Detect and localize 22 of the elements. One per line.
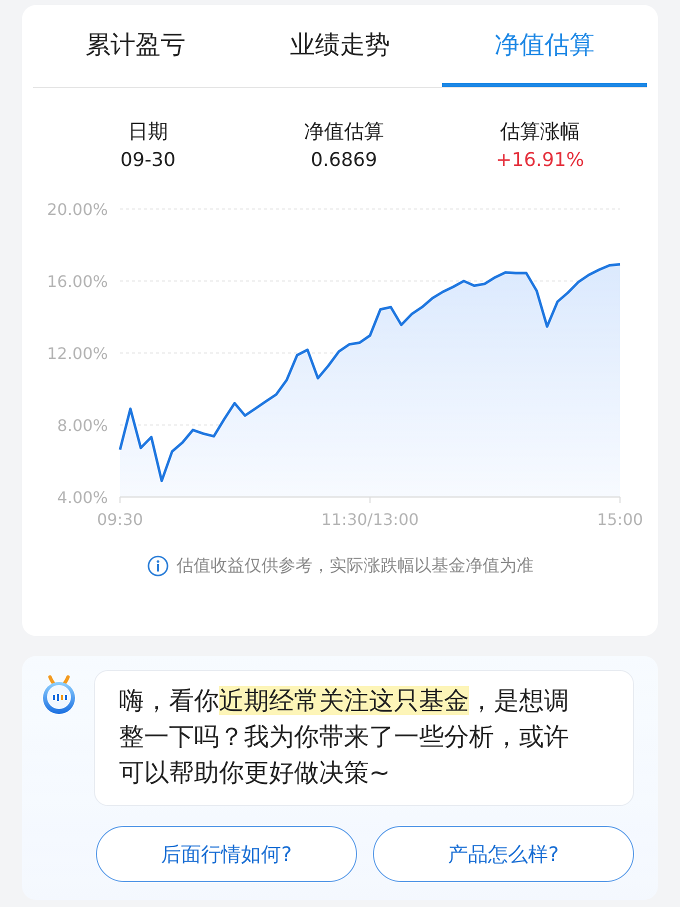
stat-value: +16.91% xyxy=(496,149,584,171)
y-axis-label: 12.00% xyxy=(46,344,108,363)
suggestion-button[interactable]: 产品怎么样? xyxy=(373,826,634,882)
x-axis-label: 09:30 xyxy=(96,510,144,529)
y-axis-label: 8.00% xyxy=(57,416,108,435)
y-axis-label: 16.00% xyxy=(46,272,108,291)
info-icon xyxy=(146,554,168,576)
stat-value: 09-30 xyxy=(120,149,176,171)
y-axis-label: 4.00% xyxy=(57,488,108,507)
stat-label: 日期 xyxy=(128,118,168,145)
tab[interactable]: 净值估算 xyxy=(442,5,648,87)
y-axis-label: 20.00% xyxy=(46,200,108,219)
x-axis-label: 11:30/13:00 xyxy=(321,510,419,529)
disclaimer-text: 估值收益仅供参考，实际涨跌幅以基金净值为准 xyxy=(176,555,534,577)
suggestion-button[interactable]: 后面行情如何? xyxy=(96,826,357,882)
x-axis-label: 15:00 xyxy=(596,510,644,529)
tab[interactable]: 业绩走势 xyxy=(238,5,442,87)
stat-value: 0.6869 xyxy=(310,149,378,171)
tab[interactable]: 累计盈亏 xyxy=(33,5,238,87)
stat-label: 估算涨幅 xyxy=(500,118,580,145)
stat-label: 净值估算 xyxy=(304,118,384,145)
assistant-message: 嗨，看你近期经常关注这只基金，是想调整一下吗？我为你带来了一些分析，或许可以帮助你更好做决策~ xyxy=(119,685,570,789)
